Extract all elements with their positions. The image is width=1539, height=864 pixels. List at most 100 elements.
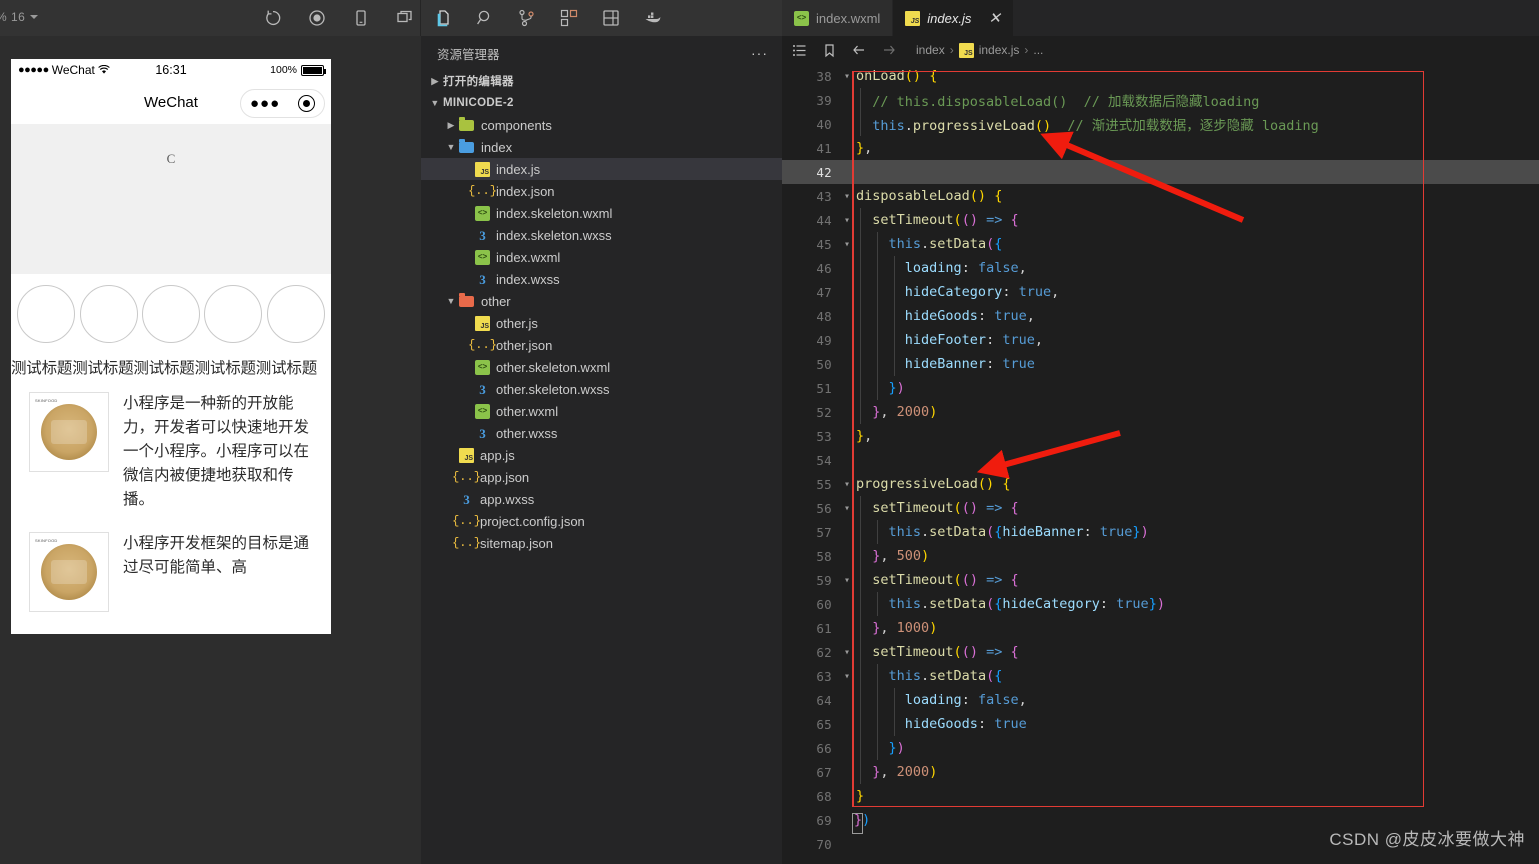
indent-guide	[876, 520, 878, 544]
breadcrumb-item-more[interactable]: ...	[1033, 43, 1043, 57]
chevron-down-icon: ▼	[430, 98, 440, 108]
code-line: 52 }, 2000)	[782, 400, 1539, 424]
code-line: 48 hideGoods: true,	[782, 304, 1539, 328]
split-window-icon[interactable]	[394, 7, 416, 29]
breadcrumb-item-file[interactable]: index.js	[979, 43, 1020, 57]
bookmark-icon[interactable]	[820, 41, 838, 59]
search-icon[interactable]	[473, 6, 497, 30]
sidebar-item-open-editors[interactable]: ▶ 打开的编辑器	[421, 70, 782, 92]
line-number: 68	[816, 788, 832, 804]
tree-item-label: other.skeleton.wxml	[496, 359, 611, 375]
more-actions-icon[interactable]: ···	[751, 45, 768, 61]
tree-file-other.wxss[interactable]: 3 other.wxss	[421, 422, 782, 444]
indent-guide	[860, 256, 861, 280]
tree-file-app.js[interactable]: JS app.js	[421, 444, 782, 466]
tab-index-wxml[interactable]: <> index.wxml	[782, 0, 894, 36]
tree-file-index.json[interactable]: {..} index.json	[421, 180, 782, 202]
goods-item[interactable]: SKINFOOD 小程序开发框架的目标是通过尽可能简单、高	[11, 524, 331, 624]
line-number: 57	[816, 524, 832, 540]
source-control-icon[interactable]	[515, 6, 539, 30]
chevron-right-icon[interactable]: ▶	[443, 120, 459, 131]
indent-guide	[860, 88, 861, 112]
back-arrow-icon[interactable]	[850, 41, 868, 59]
skeleton-category-circle	[79, 285, 138, 343]
line-number: 54	[816, 452, 832, 468]
tree-file-index.skeleton.wxml[interactable]: <> index.skeleton.wxml	[421, 202, 782, 224]
chevron-down-icon[interactable]: ▼	[443, 296, 459, 306]
wxml-file-icon: <>	[475, 359, 490, 375]
tree-item-label: index	[481, 139, 513, 155]
wxss-file-icon: 3	[463, 491, 470, 507]
page-title: WeChat	[144, 94, 198, 111]
indent-guide	[860, 376, 861, 400]
tab-index-js[interactable]: JS index.js ✕	[893, 0, 1014, 36]
tree-folder-other[interactable]: ▼ other	[421, 290, 782, 312]
tree-folder-components[interactable]: ▶ components	[421, 114, 782, 136]
tree-file-index.skeleton.wxss[interactable]: 3 index.skeleton.wxss	[421, 224, 782, 246]
line-number: 63	[816, 668, 832, 684]
tree-item-label: other.wxss	[496, 425, 558, 441]
tree-file-other.json[interactable]: {..} other.json	[421, 334, 782, 356]
tab-label: index.js	[927, 10, 972, 26]
indent-guide	[860, 640, 861, 664]
tree-file-other.skeleton.wxml[interactable]: <> other.skeleton.wxml	[421, 356, 782, 378]
skeleton-category-circle	[17, 285, 76, 343]
record-icon[interactable]	[306, 7, 328, 29]
close-icon[interactable]: ✕	[988, 11, 1001, 26]
code-editor[interactable]: 38 ▾ onLoad() {39 // this.disposableLoad()…	[782, 64, 1539, 864]
breadcrumb-bar: index › JS index.js › ...	[782, 36, 1539, 64]
tree-folder-index[interactable]: ▼ index	[421, 136, 782, 158]
tree-file-other.skeleton.wxss[interactable]: 3 other.skeleton.wxss	[421, 378, 782, 400]
skeleton-category-row	[11, 274, 331, 354]
code-line: 61 }, 1000)	[782, 616, 1539, 640]
breadcrumb-item-index[interactable]: index	[916, 43, 945, 57]
refresh-icon[interactable]	[262, 7, 284, 29]
code-line: 62 ▾ setTimeout(() => {	[782, 640, 1539, 664]
breadcrumb-separator: ›	[1024, 43, 1029, 57]
indent-guide	[876, 280, 878, 304]
more-dots-icon[interactable]: ●●●	[250, 96, 280, 111]
indent-guide	[860, 520, 861, 544]
indent-guide	[876, 376, 878, 400]
phone-icon[interactable]	[350, 7, 372, 29]
layout-icon[interactable]	[599, 6, 623, 30]
goods-description: 小程序是一种新的开放能力，开发者可以快速地开发一个小程序。小程序可以在微信内被便…	[123, 395, 310, 508]
thumbnail-brand-label: SKINFOOD	[35, 538, 58, 543]
skeleton-category-circle	[141, 285, 200, 343]
forward-arrow-icon[interactable]	[880, 41, 898, 59]
tree-file-other.js[interactable]: JS other.js	[421, 312, 782, 334]
chevron-down-icon[interactable]: ▼	[443, 142, 459, 152]
sidebar-item-project-root[interactable]: ▼ MINICODE-2	[421, 92, 782, 114]
line-number: 42	[816, 164, 832, 180]
extensions-icon[interactable]	[557, 6, 581, 30]
outline-icon[interactable]	[790, 41, 808, 59]
tree-file-app.wxss[interactable]: 3 app.wxss	[421, 488, 782, 510]
tree-file-project.config.json[interactable]: {..} project.config.json	[421, 510, 782, 532]
docker-icon[interactable]	[641, 6, 665, 30]
indent-guide	[876, 352, 878, 376]
json-file-icon: {..}	[468, 338, 497, 352]
line-number: 56	[816, 500, 832, 516]
tree-file-index.wxss[interactable]: 3 index.wxss	[421, 268, 782, 290]
zoom-level-selector[interactable]: % 16	[0, 10, 39, 24]
phone-simulator[interactable]: ●●●●● WeChat 16:31 100% WeChat ●●● C 测试标…	[11, 59, 331, 634]
line-number: 53	[816, 428, 832, 444]
tree-file-sitemap.json[interactable]: {..} sitemap.json	[421, 532, 782, 554]
breadcrumb-separator: ›	[949, 43, 954, 57]
wechat-capsule-menu[interactable]: ●●●	[240, 89, 325, 118]
tree-file-index.wxml[interactable]: <> index.wxml	[421, 246, 782, 268]
tree-item-label: other	[481, 293, 511, 309]
code-line: 66 })	[782, 736, 1539, 760]
goods-item[interactable]: SKINFOOD 小程序是一种新的开放能力，开发者可以快速地开发一个小程序。小程序…	[11, 384, 331, 524]
code-line: 44 ▾ setTimeout(() => {	[782, 208, 1539, 232]
explorer-icon[interactable]	[431, 6, 455, 30]
close-target-icon[interactable]	[298, 95, 316, 112]
code-text: })	[888, 740, 905, 756]
tree-file-other.wxml[interactable]: <> other.wxml	[421, 400, 782, 422]
code-line: 67 }, 2000)	[782, 760, 1539, 784]
tree-file-app.json[interactable]: {..} app.json	[421, 466, 782, 488]
phone-status-bar: ●●●●● WeChat 16:31 100%	[11, 59, 331, 81]
folder-icon	[459, 293, 475, 308]
goods-list: SKINFOOD 小程序是一种新的开放能力，开发者可以快速地开发一个小程序。小程序…	[11, 384, 331, 624]
tree-file-index.js[interactable]: JS index.js	[421, 158, 782, 180]
